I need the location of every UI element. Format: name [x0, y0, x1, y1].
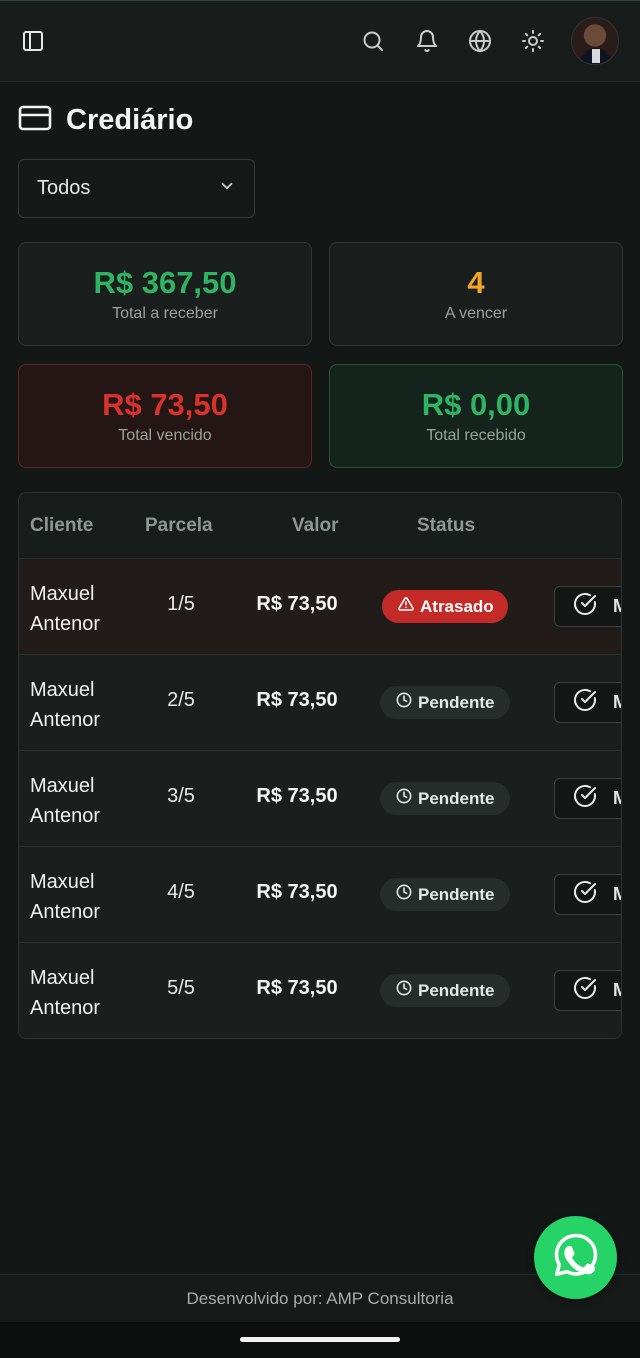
action-label: M: [613, 884, 621, 905]
whatsapp-icon: [551, 1230, 601, 1285]
clock-icon: [396, 980, 412, 1001]
search-icon[interactable]: [357, 25, 389, 57]
cell-parcela: 3/5: [167, 785, 195, 807]
summary-value: 4: [467, 265, 485, 300]
summary-label: Total vencido: [118, 427, 212, 444]
status-badge: Atrasado: [382, 590, 508, 623]
status-text: Atrasado: [420, 596, 494, 616]
table-row: Maxuel Antenor 5/5 R$ 73,50 Pendente M: [19, 943, 621, 1038]
cell-parcela: 1/5: [167, 593, 195, 615]
table-header: Cliente Parcela Valor Status: [19, 493, 621, 559]
action-label: M: [613, 692, 621, 713]
sidebar-toggle-icon[interactable]: [17, 25, 49, 57]
action-label: M: [613, 980, 621, 1001]
cell-valor: R$ 73,50: [256, 881, 338, 903]
table-row: Maxuel Antenor 4/5 R$ 73,50 Pendente M: [19, 847, 621, 943]
cell-cliente: Maxuel Antenor: [30, 967, 101, 1019]
check-circle-icon: [573, 976, 597, 1005]
page-title: Crediário: [66, 103, 194, 136]
cell-valor: R$ 73,50: [256, 785, 338, 807]
summary-label: A vencer: [444, 305, 508, 322]
cell-cliente: Maxuel Antenor: [30, 583, 101, 635]
clock-icon: [396, 692, 412, 713]
summary-card-total-recebido: R$ 0,00 Total recebido: [329, 364, 623, 468]
table-row: Maxuel Antenor 2/5 R$ 73,50 Pendente M: [19, 655, 621, 751]
cell-cliente: Maxuel Antenor: [30, 679, 101, 731]
cell-valor: R$ 73,50: [256, 593, 338, 615]
column-header-cliente: Cliente: [30, 515, 94, 536]
status-badge: Pendente: [380, 686, 510, 719]
check-circle-icon: [573, 880, 597, 909]
mark-paid-button[interactable]: M: [554, 970, 621, 1011]
column-header-parcela: Parcela: [145, 515, 213, 536]
credit-card-icon: [18, 104, 52, 137]
page-header: Crediário: [18, 100, 193, 140]
chevron-down-icon: [218, 177, 236, 201]
check-circle-icon: [573, 688, 597, 717]
summary-label: Total recebido: [426, 427, 526, 444]
summary-card-total-vencido: R$ 73,50 Total vencido: [18, 364, 312, 468]
column-header-valor: Valor: [292, 515, 339, 536]
action-label: M: [613, 788, 621, 809]
bell-icon[interactable]: [411, 25, 443, 57]
summary-card-total-receber: R$ 367,50 Total a receber: [18, 242, 312, 346]
summary-label: Total a receber: [112, 305, 218, 322]
mark-paid-button[interactable]: M: [554, 874, 621, 915]
check-circle-icon: [573, 784, 597, 813]
cell-valor: R$ 73,50: [256, 977, 338, 999]
status-filter-value: Todos: [37, 177, 91, 199]
cell-parcela: 2/5: [167, 689, 195, 711]
status-badge: Pendente: [380, 782, 510, 815]
cell-valor: R$ 73,50: [256, 689, 338, 711]
alert-triangle-icon: [398, 596, 414, 617]
mark-paid-button[interactable]: M: [554, 586, 621, 627]
table-row: Maxuel Antenor 3/5 R$ 73,50 Pendente M: [19, 751, 621, 847]
cell-parcela: 5/5: [167, 977, 195, 999]
mark-paid-button[interactable]: M: [554, 778, 621, 819]
cell-cliente: Maxuel Antenor: [30, 775, 101, 827]
avatar[interactable]: [571, 17, 619, 65]
globe-icon[interactable]: [464, 25, 496, 57]
home-gesture-handle[interactable]: [240, 1337, 400, 1342]
status-text: Pendente: [418, 692, 495, 712]
summary-value: R$ 73,50: [102, 387, 228, 422]
summary-value: R$ 367,50: [93, 265, 237, 300]
status-filter-select[interactable]: Todos: [18, 159, 255, 218]
mark-paid-button[interactable]: M: [554, 682, 621, 723]
sun-icon[interactable]: [517, 25, 549, 57]
top-bar: [0, 0, 640, 82]
status-text: Pendente: [418, 884, 495, 904]
status-text: Pendente: [418, 788, 495, 808]
summary-card-a-vencer: 4 A vencer: [329, 242, 623, 346]
column-header-status: Status: [417, 515, 476, 536]
cell-cliente: Maxuel Antenor: [30, 871, 101, 923]
status-text: Pendente: [418, 980, 495, 1000]
check-circle-icon: [573, 592, 597, 621]
footer-credit: Desenvolvido por: AMP Consultoria: [186, 1288, 454, 1308]
clock-icon: [396, 788, 412, 809]
whatsapp-button[interactable]: [534, 1216, 617, 1299]
status-badge: Pendente: [380, 974, 510, 1007]
action-label: M: [613, 596, 621, 617]
clock-icon: [396, 884, 412, 905]
status-badge: Pendente: [380, 878, 510, 911]
system-nav-bar: [0, 1322, 640, 1358]
summary-value: R$ 0,00: [421, 387, 531, 422]
table-row: Maxuel Antenor 1/5 R$ 73,50 Atrasado M: [19, 559, 621, 655]
installments-table: Cliente Parcela Valor Status Maxuel Ante…: [18, 492, 622, 1039]
cell-parcela: 4/5: [167, 881, 195, 903]
